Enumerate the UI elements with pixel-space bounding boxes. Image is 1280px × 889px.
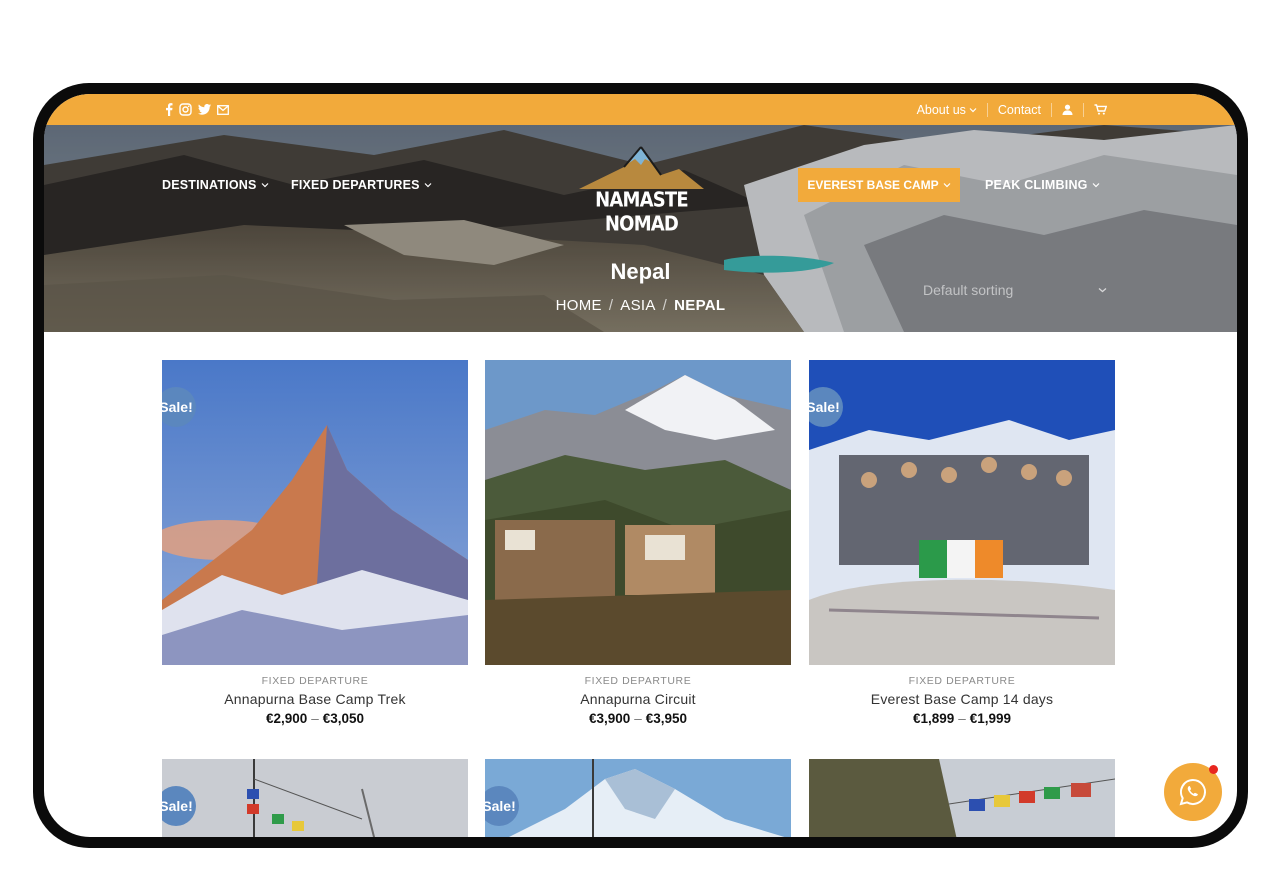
user-icon <box>1062 104 1073 115</box>
chevron-down-icon <box>969 107 977 112</box>
price-min: €1,899 <box>912 711 955 726</box>
browser-screen: About us Contact DESTINATIONS FIXED DEPA… <box>44 94 1237 837</box>
sorting-select[interactable]: Default sorting <box>919 277 1111 303</box>
breadcrumb-divider: / <box>608 297 614 314</box>
nav-peak-climbing[interactable]: PEAK CLIMBING <box>985 178 1100 192</box>
hero-banner: DESTINATIONS FIXED DEPARTURES NAMASTE NO… <box>44 125 1237 332</box>
price-max: €3,050 <box>322 711 365 726</box>
product-title[interactable]: Everest Base Camp 14 days <box>809 691 1115 707</box>
nav-destinations-label: DESTINATIONS <box>162 178 257 192</box>
product-category[interactable]: FIXED DEPARTURE <box>485 675 791 687</box>
price-max: €3,950 <box>645 711 688 726</box>
price-max: €1,999 <box>969 711 1012 726</box>
product-category[interactable]: FIXED DEPARTURE <box>809 675 1115 687</box>
breadcrumb-current: NEPAL <box>674 297 726 314</box>
price-min: €2,900 <box>265 711 308 726</box>
logo-text: NAMASTE NOMAD <box>595 187 689 237</box>
account-button[interactable] <box>1052 104 1083 115</box>
price-separator: – <box>311 711 319 726</box>
product-image[interactable] <box>485 360 791 665</box>
price-separator: – <box>634 711 642 726</box>
facebook-icon[interactable] <box>165 103 173 116</box>
chevron-down-icon <box>1098 288 1107 293</box>
sorting-selected-value: Default sorting <box>923 282 1014 298</box>
price-separator: – <box>958 711 966 726</box>
contact-link[interactable]: Contact <box>988 103 1051 117</box>
product-image[interactable]: Sale! <box>485 759 791 837</box>
product-price: €1,899– €1,999 <box>809 711 1115 726</box>
social-links <box>165 103 229 116</box>
envelope-icon[interactable] <box>217 104 229 115</box>
about-us-link[interactable]: About us <box>907 103 987 117</box>
product-title[interactable]: Annapurna Circuit <box>485 691 791 707</box>
twitter-icon[interactable] <box>198 104 211 115</box>
breadcrumb-divider: / <box>662 297 668 314</box>
product-card[interactable]: Sale! <box>162 759 468 837</box>
product-price: €3,900– €3,950 <box>485 711 791 726</box>
product-card[interactable] <box>809 759 1115 837</box>
product-price: €2,900– €3,050 <box>162 711 468 726</box>
contact-label: Contact <box>997 102 1041 117</box>
product-card[interactable]: Sale! FIXED DEPARTURE Everest Base Camp … <box>809 360 1115 726</box>
product-image[interactable]: Sale! <box>162 759 468 837</box>
nav-fixed-departures[interactable]: FIXED DEPARTURES <box>291 178 432 192</box>
top-links: About us Contact <box>907 94 1117 125</box>
product-card[interactable]: Sale! <box>485 759 791 837</box>
chevron-down-icon <box>943 183 951 188</box>
nav-everest-base-camp-label: EVEREST BASE CAMP <box>807 178 939 192</box>
top-bar: About us Contact <box>44 94 1237 125</box>
cart-icon <box>1094 104 1107 115</box>
nav-fixed-departures-label: FIXED DEPARTURES <box>291 178 420 192</box>
cart-button[interactable] <box>1084 104 1117 115</box>
product-image[interactable]: Sale! <box>162 360 468 665</box>
chevron-down-icon <box>424 183 432 188</box>
product-category[interactable]: FIXED DEPARTURE <box>162 675 468 687</box>
product-card[interactable]: Sale! FIXED DEPARTURE Annapurna Base Cam… <box>162 360 468 726</box>
nav-peak-climbing-label: PEAK CLIMBING <box>985 178 1088 192</box>
instagram-icon[interactable] <box>179 103 192 116</box>
nav-destinations[interactable]: DESTINATIONS <box>162 178 269 192</box>
product-title[interactable]: Annapurna Base Camp Trek <box>162 691 468 707</box>
whatsapp-icon <box>1179 778 1206 806</box>
device-frame: About us Contact DESTINATIONS FIXED DEPA… <box>33 83 1248 848</box>
site-logo[interactable]: NAMASTE NOMAD <box>569 145 714 236</box>
chevron-down-icon <box>261 183 268 188</box>
breadcrumb-home[interactable]: HOME <box>556 297 602 314</box>
nav-everest-base-camp[interactable]: EVEREST BASE CAMP <box>798 168 960 202</box>
product-image[interactable] <box>809 759 1115 837</box>
breadcrumb-asia[interactable]: ASIA <box>620 297 655 314</box>
chevron-down-icon <box>1092 183 1100 188</box>
price-min: €3,900 <box>588 711 631 726</box>
whatsapp-chat-button[interactable] <box>1164 763 1222 821</box>
notification-dot <box>1209 765 1218 774</box>
product-card[interactable]: FIXED DEPARTURE Annapurna Circuit €3,900… <box>485 360 791 726</box>
about-us-label: About us <box>916 102 966 117</box>
product-image[interactable]: Sale! <box>809 360 1115 665</box>
